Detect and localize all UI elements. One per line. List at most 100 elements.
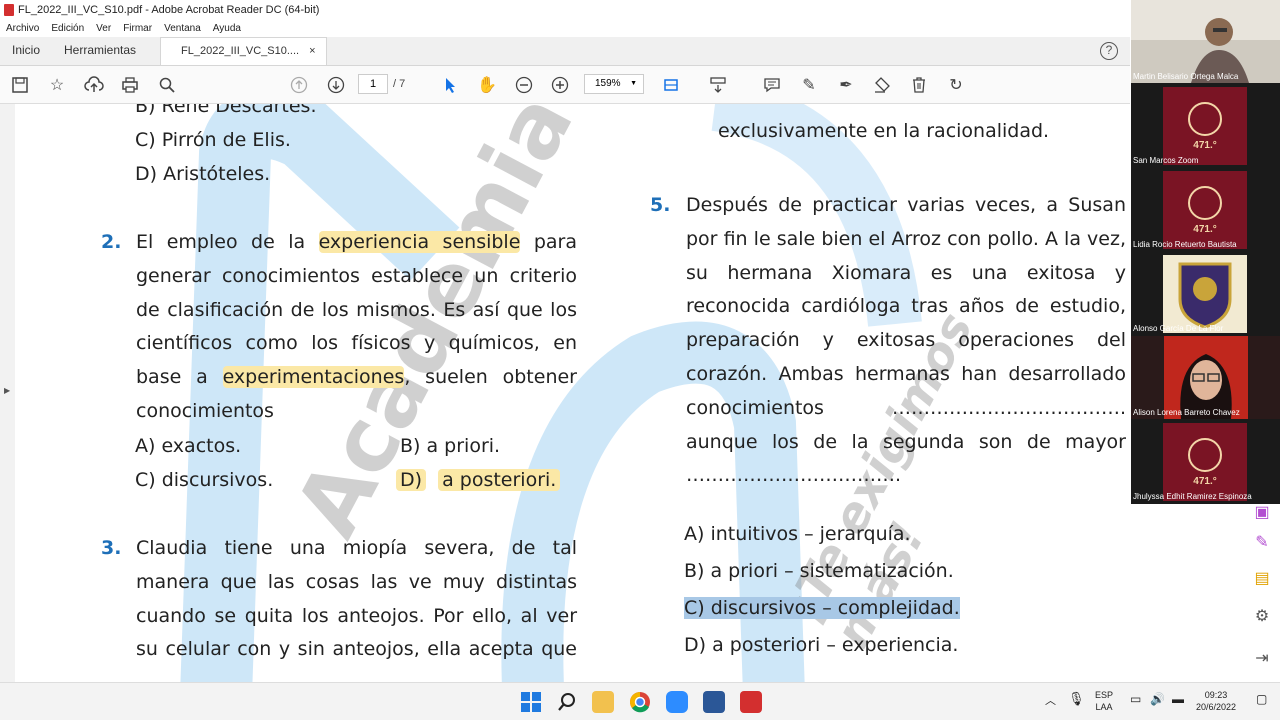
chevron-down-icon: ▼ [630,80,637,87]
q2-highlight-experiencia: experiencia sensible [318,231,521,253]
search-icon[interactable] [156,75,178,95]
page-total: / 7 [393,78,406,90]
menu-edicion[interactable]: Edición [51,23,84,34]
participant-name: Alonso García De La Flor [1133,324,1224,333]
highlight-pen-icon[interactable]: ✎ [798,75,820,95]
participant-tile[interactable]: Alonso García De La Flor [1131,252,1280,335]
chrome-icon[interactable] [629,691,651,713]
document-viewer[interactable]: ▶ Academia ¡Te exigimos más! B) René Des… [0,104,1130,682]
participant-tile[interactable]: 471.° Jhulyssa Edhit Ramirez Espinoza [1131,420,1280,503]
clock[interactable]: 09:23 20/6/2022 [1196,689,1236,713]
menu-bar: Archivo Edición Ver Firmar Ventana Ayuda [0,20,1280,37]
page-up-icon[interactable] [288,75,310,95]
collapse-panel-icon[interactable]: ⇥ [1251,648,1273,670]
language-indicator[interactable]: ESP LAA [1095,689,1113,713]
notifications-icon[interactable]: ▢ [1256,693,1267,705]
zoom-select[interactable]: 159% ▼ [584,74,644,94]
stamp-icon[interactable] [871,75,893,95]
q5-line7-a: conocimientos [686,396,824,419]
export-pdf-icon[interactable]: ▤ [1251,568,1273,590]
q2-line4: científicos como los físicos y químicos,… [136,332,577,355]
pdf-app-icon [4,4,14,16]
delete-icon[interactable] [908,75,930,95]
hand-tool-icon[interactable]: ✋ [476,75,498,95]
menu-ventana[interactable]: Ventana [164,23,201,34]
q5-line3: su hermana Xiomara es una exitosa y [686,261,1126,284]
select-cursor-icon[interactable] [439,75,461,95]
q5-option-a: A) intuitivos – jerarquía. [684,523,911,545]
word-icon[interactable] [703,691,725,713]
menu-firmar[interactable]: Firmar [123,23,152,34]
q2-line6: conocimientos [136,399,274,422]
scroll-mode-icon[interactable] [707,75,729,95]
page-number-input[interactable]: 1 [358,74,388,94]
prev-question-end: exclusivamente en la racionalidad. [718,120,1050,142]
q5-line6: corazón. Ambas hermanas han desarrollado [686,362,1126,385]
q2-line1-a: El empleo de la [136,231,319,253]
q2-line1-b: para [520,231,578,253]
toolbar: ☆ ✋ ✎ ✒ ↻ [0,66,1130,104]
windows-start-icon[interactable] [520,691,542,713]
participant-name: Alison Lorena Barreto Chavez [1133,408,1240,417]
q5-line5: preparación y exitosas operaciones del [686,329,1126,352]
cloud-upload-icon[interactable] [83,75,105,95]
q2-option-d: D) a posteriori. [396,464,561,498]
file-explorer-icon[interactable] [592,691,614,713]
prev-option-b: B) René Descartes. [135,104,317,117]
q5-option-c: C) discursivos – complejidad. [684,592,960,626]
zoom-in-icon[interactable] [549,75,571,95]
q2-option-c: C) discursivos. [135,469,274,491]
prev-option-c: C) Pirrón de Elis. [135,129,291,151]
print-icon[interactable] [119,75,141,95]
participant-tile[interactable]: Martin Belisario Ortega Malca [1131,0,1280,83]
fill-sign-icon[interactable]: ✎ [1251,532,1273,554]
tab-home[interactable]: Inicio [0,43,52,65]
q5-line8: aunque los de la segunda son de mayor [686,430,1126,453]
university-crest-icon: 471.° [1163,171,1247,249]
q5-blank-2: ……………………………. [686,464,902,487]
window-title: FL_2022_III_VC_S10.pdf - Adobe Acrobat R… [18,4,320,16]
tray-chevron-up-icon[interactable]: ︿ [1045,695,1056,707]
menu-ver[interactable]: Ver [96,23,111,34]
participant-name: San Marcos Zoom [1133,156,1199,165]
tab-document[interactable]: FL_2022_III_VC_S10.... × [160,37,327,65]
zoom-value: 159% [595,78,621,89]
comment-icon[interactable] [761,75,783,95]
q2-option-d-letter: D) [396,469,427,491]
participant-tile[interactable]: 471.° San Marcos Zoom [1131,84,1280,167]
search-icon[interactable] [556,691,578,713]
zoom-app-icon[interactable] [666,691,688,713]
q5-option-b: B) a priori – sistematización. [684,560,954,582]
pdf-page: Academia ¡Te exigimos más! B) René Desca… [15,104,1130,682]
page-fit-icon[interactable] [660,75,682,95]
network-icon[interactable]: ▭ [1130,693,1141,705]
participant-video-icon [1131,0,1280,83]
page-down-icon[interactable] [325,75,347,95]
volume-icon[interactable]: 🔊 [1150,693,1165,705]
sign-icon[interactable]: ✒ [835,75,857,95]
tab-bar: Inicio Herramientas FL_2022_III_VC_S10..… [0,37,1130,66]
save-icon[interactable] [9,75,31,95]
microphone-icon[interactable]: 🎙 [1068,692,1085,705]
participant-tile[interactable]: Alison Lorena Barreto Chavez [1131,336,1280,419]
star-icon[interactable]: ☆ [46,75,68,95]
expand-arrow-icon: ▶ [4,386,11,395]
edit-pdf-icon[interactable]: ▣ [1251,502,1273,524]
menu-archivo[interactable]: Archivo [6,23,39,34]
tab-close-button[interactable]: × [309,45,315,65]
participant-tile[interactable]: 471.° Lidia Rocio Retuerto Bautista [1131,168,1280,251]
tab-tools[interactable]: Herramientas [52,43,148,65]
participant-name: Jhulyssa Edhit Ramirez Espinoza [1133,492,1252,501]
clock-time: 09:23 [1204,690,1228,700]
acrobat-icon[interactable] [740,691,762,713]
battery-icon[interactable]: ▬ [1172,693,1184,705]
participant-name: Lidia Rocio Retuerto Bautista [1133,240,1237,249]
left-panel-toggle[interactable]: ▶ [0,104,15,682]
more-tools-icon[interactable]: ⚙ [1251,606,1273,628]
zoom-out-icon[interactable] [513,75,535,95]
rotate-icon[interactable]: ↻ [945,75,967,95]
help-icon[interactable]: ? [1100,42,1118,60]
menu-ayuda[interactable]: Ayuda [213,23,241,34]
q3-line1: Claudia tiene una miopía severa, de tal [136,537,577,559]
right-tools-panel: ▣ ✎ ▤ ⚙ ⇥ [1245,500,1280,682]
